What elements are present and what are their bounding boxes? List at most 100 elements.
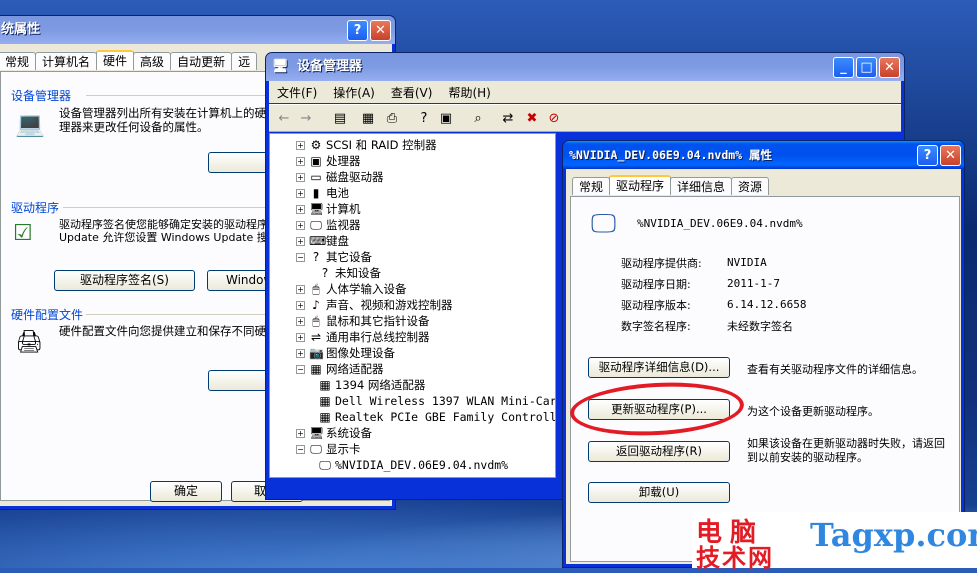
close-button[interactable]: ✕ xyxy=(940,145,961,166)
show-hide-icon[interactable]: ▣ xyxy=(437,110,455,128)
tree-node[interactable]: + 🖵 监视器 xyxy=(296,217,361,233)
nvidia-properties-titlebar[interactable]: %NVIDIA_DEV.06E9.04.nvdm% 属性 xyxy=(563,141,964,169)
rollback-driver-desc: 如果该设备在更新驱动器时失败，请返回到以前安装的驱动程序。 xyxy=(747,437,945,464)
collapse-icon[interactable]: − xyxy=(296,253,305,262)
device-icon: 🖵 xyxy=(310,218,322,232)
rollback-driver-button[interactable]: 返回驱动程序(R) xyxy=(588,441,730,462)
tab-computer-name[interactable]: 计算机名 xyxy=(35,52,98,70)
tree-node[interactable]: + ▣ 处理器 xyxy=(296,153,361,169)
disable-icon[interactable]: ⊘ xyxy=(545,110,563,128)
tree-node[interactable]: ▦ Dell Wireless 1397 WLAN Mini-Card xyxy=(318,393,555,409)
date-label: 驱动程序日期: xyxy=(621,278,691,291)
tree-node-label: 人体学输入设备 xyxy=(326,282,407,296)
tree-node[interactable]: −? 其它设备 xyxy=(296,249,372,265)
tab-auto-update[interactable]: 自动更新 xyxy=(170,52,233,70)
expand-icon[interactable]: + xyxy=(296,317,305,326)
device-manager-titlebar[interactable]: 🖥 设备管理器 xyxy=(266,53,904,81)
expand-icon[interactable]: + xyxy=(296,333,305,342)
system-properties-titlebar[interactable]: 统属性 xyxy=(0,16,395,44)
expand-icon[interactable]: + xyxy=(296,221,305,230)
driver-panel: 🖵 %NVIDIA_DEV.06E9.04.nvdm% 驱动程序提供商: NVI… xyxy=(570,196,960,562)
driver-group-title: 驱动程序 xyxy=(11,201,60,215)
tree-node[interactable]: + ⌨键盘 xyxy=(296,233,349,249)
watermark-right: Tagxp.com xyxy=(808,512,977,568)
tab-general[interactable]: 常规 xyxy=(572,177,611,195)
ok-button[interactable]: 确定 xyxy=(150,481,222,502)
expand-icon[interactable]: + xyxy=(296,301,305,310)
tree-node[interactable]: + 📷 图像处理设备 xyxy=(296,345,395,361)
tree-node[interactable]: 🖵 %NVIDIA_DEV.06E9.04.nvdm% xyxy=(318,457,508,473)
device-icon: ⇌ xyxy=(310,330,322,344)
tree-node-label: 计算机 xyxy=(326,202,361,216)
close-button[interactable]: ✕ xyxy=(879,57,900,78)
uninstall-button[interactable]: 卸载(U) xyxy=(588,482,730,503)
tree-node[interactable]: ? 未知设备 xyxy=(318,265,381,281)
display-adapter-icon: 🖵 xyxy=(591,209,617,239)
driver-signing-button[interactable]: 驱动程序签名(S) xyxy=(54,270,195,291)
hwprof-group-title: 硬件配置文件 xyxy=(11,308,84,322)
tree-node[interactable]: + 🖱 人体学输入设备 xyxy=(296,281,407,297)
device-icon: ⌨ xyxy=(309,234,327,248)
tab-hardware[interactable]: 硬件 xyxy=(96,50,135,70)
collapse-icon[interactable]: − xyxy=(296,365,305,374)
device-icon: ▣ xyxy=(310,154,322,168)
menu-file[interactable]: 文件(F) xyxy=(269,84,325,101)
device-icon: 🖵 xyxy=(319,458,331,472)
tree-node[interactable]: + ▮ 电池 xyxy=(296,185,349,201)
tree-node[interactable]: + ⇌ 通用串行总线控制器 xyxy=(296,329,430,345)
tree-node[interactable]: ▦ Realtek PCIe GBE Family Controller xyxy=(318,409,556,425)
properties-icon[interactable]: ▦ xyxy=(359,110,377,128)
back-icon[interactable]: ← xyxy=(275,110,293,128)
provider-value: NVIDIA xyxy=(727,256,767,269)
device-icon: 🖥 xyxy=(309,426,325,440)
tree-node[interactable]: + ♪ 声音、视频和游戏控制器 xyxy=(296,297,453,313)
tree-node[interactable]: ▦ 1394 网络适配器 xyxy=(318,377,425,393)
menu-action[interactable]: 操作(A) xyxy=(325,84,383,101)
tree-view-icon[interactable]: ▤ xyxy=(331,110,349,128)
device-icon: ▦ xyxy=(319,394,331,408)
expand-icon[interactable]: + xyxy=(296,429,305,438)
help-icon[interactable]: ? xyxy=(415,110,433,128)
close-button[interactable]: ✕ xyxy=(370,20,391,41)
version-label: 驱动程序版本: xyxy=(621,299,691,312)
tab-details[interactable]: 详细信息 xyxy=(670,177,733,195)
minimize-button[interactable]: _ xyxy=(833,57,854,78)
expand-icon[interactable]: + xyxy=(296,189,305,198)
tree-node-label: Realtek PCIe GBE Family Controller xyxy=(335,410,556,424)
tab-driver[interactable]: 驱动程序 xyxy=(609,175,672,195)
expand-icon[interactable]: + xyxy=(296,205,305,214)
tree-node[interactable]: + ▭ 磁盘驱动器 xyxy=(296,169,384,185)
update-driver-icon[interactable]: ⇄ xyxy=(499,110,517,128)
driver-details-button[interactable]: 驱动程序详细信息(D)... xyxy=(588,357,730,378)
update-driver-desc: 为这个设备更新驱动程序。 xyxy=(747,405,879,418)
expand-icon[interactable]: + xyxy=(296,349,305,358)
tab-resources[interactable]: 资源 xyxy=(731,177,770,195)
tab-remote[interactable]: 远 xyxy=(231,52,258,70)
print-icon[interactable]: ⎙ xyxy=(383,110,401,128)
tree-node[interactable]: + 🖥 计算机 xyxy=(296,201,361,217)
help-button[interactable]: ? xyxy=(347,20,368,41)
scan-hardware-icon[interactable]: ⌕ xyxy=(469,110,487,128)
expand-icon[interactable]: + xyxy=(296,141,305,150)
tree-node[interactable]: + ⚙ SCSI 和 RAID 控制器 xyxy=(296,137,437,153)
tree-node[interactable]: + 🖥 系统设备 xyxy=(296,425,372,441)
menu-view[interactable]: 查看(V) xyxy=(383,84,441,101)
menu-help[interactable]: 帮助(H) xyxy=(440,84,498,101)
tree-node[interactable]: − 🖵 显示卡 xyxy=(296,441,361,457)
expand-icon[interactable]: + xyxy=(296,173,305,182)
tab-general[interactable]: 常规 xyxy=(0,52,37,70)
device-icon: ? xyxy=(312,250,320,264)
maximize-button[interactable]: □ xyxy=(856,57,877,78)
tree-node[interactable]: + 🖱 鼠标和其它指针设备 xyxy=(296,313,430,329)
help-button[interactable]: ? xyxy=(917,145,938,166)
device-icon: 📷 xyxy=(309,346,324,360)
forward-icon[interactable]: → xyxy=(297,110,315,128)
tab-advanced[interactable]: 高级 xyxy=(133,52,172,70)
tree-node[interactable]: − ▦ 网络适配器 xyxy=(296,361,384,377)
uninstall-icon[interactable]: ✖ xyxy=(523,110,541,128)
expand-icon[interactable]: + xyxy=(296,285,305,294)
expand-icon[interactable]: + xyxy=(296,237,305,246)
collapse-icon[interactable]: − xyxy=(296,445,305,454)
expand-icon[interactable]: + xyxy=(296,157,305,166)
tree-node-label: 键盘 xyxy=(326,234,349,248)
